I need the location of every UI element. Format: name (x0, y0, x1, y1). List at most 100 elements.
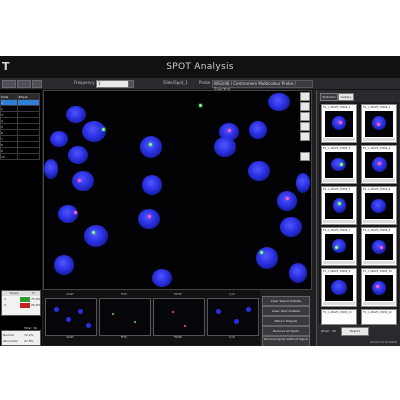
export-button[interactable]: Export (341, 327, 369, 336)
signal-spot[interactable] (228, 129, 231, 132)
thumbnail-header: TRITC (173, 292, 183, 296)
cell-nucleus[interactable] (84, 225, 108, 247)
thumbnail-cy5[interactable] (207, 298, 259, 336)
frequency-dropdown[interactable] (128, 80, 134, 88)
remove-spots-without-signal-button[interactable]: Remove Spots without Signal (262, 336, 310, 346)
remove-all-spots-button[interactable]: Remove All Spots (262, 326, 310, 336)
gallery-cell[interactable]: TS_1_24025_13090_8 (361, 227, 397, 266)
thumbnail-spot (184, 325, 186, 327)
toolbar: Frequency 1 Slide/Spot_1 Probe WS2/46 / … (0, 78, 400, 92)
tab-statistics[interactable]: Statistics (320, 93, 338, 101)
score-table-header: Score % (2, 291, 40, 296)
signal-spot[interactable] (148, 215, 151, 218)
app-window: T SPOT Analysis Frequency 1 Slide/Spot_1… (0, 56, 400, 346)
cell-nucleus[interactable] (68, 146, 88, 164)
score-row[interactable]: 2 25.0% (2, 303, 41, 308)
pencil-tool-icon[interactable] (300, 102, 310, 111)
cell-nucleus[interactable] (142, 175, 162, 195)
save-button[interactable] (17, 80, 31, 88)
eraser-tool-icon[interactable] (300, 112, 310, 121)
frequency-field[interactable]: 1 (96, 80, 129, 88)
cell-nucleus[interactable] (289, 263, 307, 283)
status-text: 00:00:10 10.0000 (370, 340, 397, 344)
signal-spot[interactable] (78, 179, 81, 182)
gallery-cell[interactable]: TS_1_24025_13090_12 (361, 309, 397, 325)
cell-count: #Cell : 36 (321, 329, 336, 333)
signal-spot[interactable] (92, 231, 95, 234)
title-bar: T SPOT Analysis (0, 56, 400, 78)
signal-spot[interactable] (286, 197, 289, 200)
probe-label: Probe (199, 80, 211, 85)
return-original-button[interactable]: Return Original (262, 316, 310, 326)
tab-gallery[interactable]: Gallery (338, 93, 354, 101)
thumbnail-fitc[interactable] (99, 298, 151, 336)
file-label: Slide/Spot_1 (163, 80, 188, 85)
cell-nucleus[interactable] (152, 269, 172, 287)
cell-nucleus[interactable] (277, 191, 297, 211)
thumbnail-nucleus (54, 307, 59, 312)
clear-spot-outside-button[interactable]: Clear Spot Outside (262, 306, 310, 316)
cell-nucleus[interactable] (138, 209, 160, 229)
gallery-cell[interactable]: TS_1_24025_13090_11 (321, 309, 357, 325)
probe-field[interactable]: WS2/46 / Centromere Multicolour Probe / … (212, 80, 313, 92)
cell-nucleus[interactable] (214, 137, 236, 157)
slide-list-panel: Slide #Spot 1 2 3 4 5 6 7 8 9 10 Score %… (0, 90, 42, 346)
score-row[interactable]: 1 75.0% (2, 297, 41, 302)
signal-spot[interactable] (149, 143, 152, 146)
thumbnail-header: Cy5 (229, 292, 235, 296)
cell-nucleus[interactable] (66, 106, 86, 123)
cell-nucleus[interactable] (58, 205, 78, 223)
cell-nucleus[interactable] (140, 136, 162, 158)
gallery-cell[interactable]: TS_1_24025_13090_3 (321, 145, 357, 184)
menu-button[interactable] (32, 80, 42, 88)
fit-view-icon[interactable] (300, 152, 310, 161)
gallery-cell[interactable]: TS_1_24025_13090_10 (361, 268, 397, 307)
signal-spot[interactable] (74, 211, 77, 214)
gallery-cell[interactable]: TS_1_24025_13090_4 (361, 145, 397, 184)
cell-nucleus[interactable] (54, 255, 74, 275)
cell-nucleus[interactable] (256, 247, 278, 269)
cell-nucleus[interactable] (50, 131, 68, 147)
thumbnail-nucleus (66, 317, 71, 322)
microscopy-image-view[interactable] (43, 90, 312, 290)
pointer-tool-icon[interactable] (300, 92, 310, 101)
cell-nucleus[interactable] (82, 121, 106, 142)
thumbnail-tritc[interactable] (153, 298, 205, 336)
zoom-tool-icon[interactable] (300, 122, 310, 131)
pan-tool-icon[interactable] (300, 132, 310, 141)
gallery-cell[interactable]: TS_1_24025_13090_5 (321, 186, 357, 225)
clear-signal-outside-button[interactable]: Clear Signal Outside (262, 296, 310, 306)
cell-nucleus[interactable] (72, 171, 94, 191)
channel-thumbnails: DAPI DAPI FITC FITC TRITC TRITC Cy5 Cy5 (43, 290, 260, 345)
signal-spot[interactable] (260, 251, 263, 254)
gallery-footer: #Cell : 36 Export (319, 327, 399, 336)
table-row[interactable]: 10 (0, 153, 40, 160)
cell-nucleus[interactable] (248, 161, 270, 181)
cell-nucleus[interactable] (44, 159, 58, 179)
cell-nucleus[interactable] (249, 121, 267, 139)
thumbnail-dapi[interactable] (45, 298, 97, 336)
gallery-cell[interactable]: TS_1_24025_13090_7 (321, 227, 357, 266)
thumbnail-spot (134, 321, 136, 323)
gallery-cell[interactable]: TS_1_24025_13090_2 (361, 104, 397, 143)
thumbnail-header: FITC (120, 292, 128, 296)
cell-nucleus[interactable] (268, 93, 290, 111)
gallery-cell[interactable]: TS_1_24025_13090_1 (321, 104, 357, 143)
thumbnail-header: DAPI (66, 292, 74, 296)
thumbnail-nucleus (78, 309, 83, 314)
thumbnail-nucleus (234, 319, 239, 324)
thumbnail-nucleus (216, 309, 221, 314)
thumbnail-label: DAPI (66, 335, 74, 339)
open-button[interactable] (2, 80, 16, 88)
thumbnail-spot (172, 311, 174, 313)
thumbnail-spot (112, 313, 114, 315)
gallery-cell[interactable]: TS_1_24025_13090_9 (321, 268, 357, 307)
thumbnail-nucleus (86, 323, 91, 328)
cell-nucleus[interactable] (280, 217, 302, 237)
thumbnail-label: FITC (120, 335, 128, 339)
signal-spot[interactable] (199, 104, 202, 107)
signal-spot[interactable] (102, 128, 105, 131)
view-tools (300, 92, 310, 222)
gallery-cell[interactable]: TS_1_24025_13090_6 (361, 186, 397, 225)
cell-gallery[interactable]: TS_1_24025_13090_1 TS_1_24025_13090_2 TS… (319, 102, 399, 325)
